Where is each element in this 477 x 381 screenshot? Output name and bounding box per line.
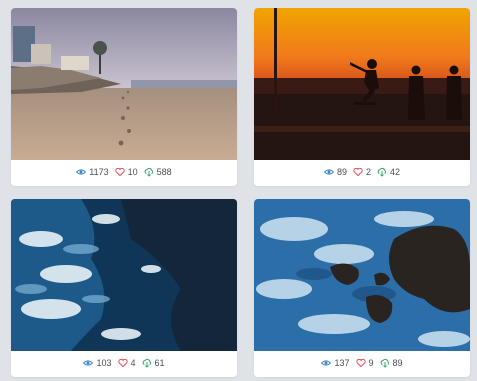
photo-card[interactable]: 1173 10 588 <box>11 8 237 186</box>
heart-icon[interactable] <box>355 358 366 368</box>
cloud-download-icon[interactable] <box>380 358 390 368</box>
views-count: 1173 <box>89 167 109 177</box>
eye-icon <box>321 358 332 368</box>
photo-beach[interactable] <box>11 8 237 160</box>
downloads-stat[interactable]: 42 <box>377 167 400 177</box>
cloud-download-icon[interactable] <box>144 167 154 177</box>
downloads-count: 89 <box>392 358 403 368</box>
photo-stats: 1173 10 588 <box>11 167 237 177</box>
photo-waves-aerial[interactable] <box>11 199 237 351</box>
downloads-count: 588 <box>156 167 172 177</box>
heart-icon[interactable] <box>115 167 125 177</box>
photo-card[interactable]: 103 4 61 <box>11 199 237 377</box>
views-count: 89 <box>336 167 347 177</box>
photo-stats: 137 9 89 <box>254 358 470 368</box>
photo-card[interactable]: 89 2 42 <box>254 8 470 186</box>
likes-count: 9 <box>368 358 374 368</box>
likes-stat[interactable]: 10 <box>115 167 138 177</box>
views-count: 103 <box>96 358 112 368</box>
eye-icon <box>76 167 87 177</box>
eye-icon <box>323 167 334 177</box>
photo-stats: 89 2 42 <box>254 167 470 177</box>
likes-count: 4 <box>130 358 136 368</box>
photo-grid: 1173 10 588 89 2 42 103 4 61 137 9 89 <box>0 0 477 381</box>
likes-count: 10 <box>127 167 138 177</box>
photo-skate-sunset[interactable] <box>254 8 470 160</box>
downloads-count: 42 <box>390 167 401 177</box>
likes-count: 2 <box>365 167 371 177</box>
heart-icon[interactable] <box>117 358 128 368</box>
photo-stats: 103 4 61 <box>11 358 237 368</box>
downloads-stat[interactable]: 61 <box>142 358 165 368</box>
likes-stat[interactable]: 4 <box>117 358 136 368</box>
downloads-stat[interactable]: 89 <box>380 358 403 368</box>
views-stat: 103 <box>83 358 112 368</box>
photo-card[interactable]: 137 9 89 <box>254 199 470 377</box>
likes-stat[interactable]: 2 <box>353 167 371 177</box>
cloud-download-icon[interactable] <box>377 167 387 177</box>
cloud-download-icon[interactable] <box>142 358 152 368</box>
views-stat: 89 <box>323 167 347 177</box>
heart-icon[interactable] <box>353 167 363 177</box>
views-stat: 137 <box>321 358 350 368</box>
likes-stat[interactable]: 9 <box>355 358 374 368</box>
downloads-count: 61 <box>154 358 165 368</box>
downloads-stat[interactable]: 588 <box>144 167 172 177</box>
views-stat: 1173 <box>76 167 109 177</box>
photo-rocks-surf[interactable] <box>254 199 470 351</box>
eye-icon <box>83 358 94 368</box>
views-count: 137 <box>334 358 350 368</box>
